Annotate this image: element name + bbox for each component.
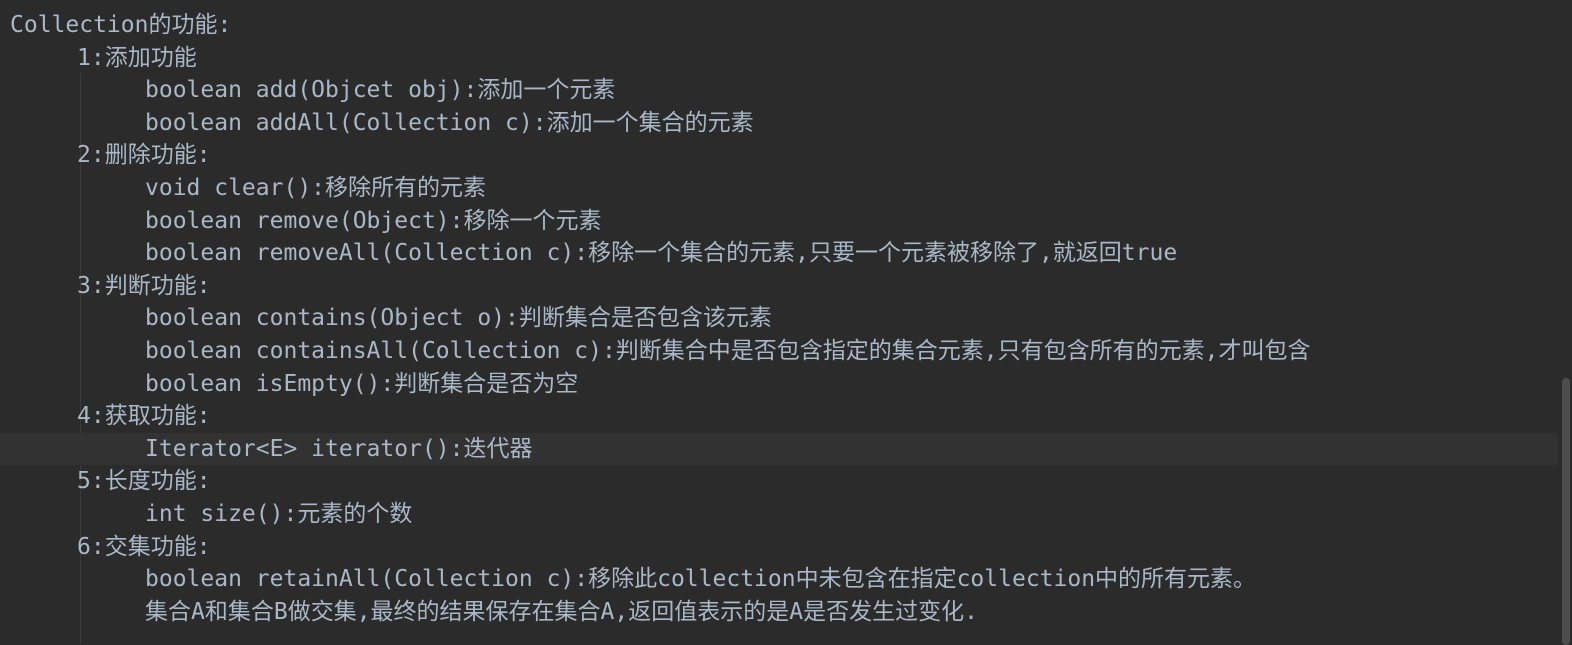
line-text: boolean removeAll(Collection c):移除一个集合的元… xyxy=(145,240,1178,267)
code-line[interactable]: 6:交集功能: xyxy=(0,531,1572,564)
code-editor[interactable]: Collection的功能: 1:添加功能 boolean add(Objcet… xyxy=(0,0,1572,645)
code-line[interactable]: int size():元素的个数 xyxy=(0,498,1572,531)
code-line[interactable]: boolean addAll(Collection c):添加一个集合的元素 xyxy=(0,107,1572,140)
code-line[interactable]: Collection的功能: xyxy=(0,9,1572,42)
line-text: void clear():移除所有的元素 xyxy=(145,175,487,201)
code-line[interactable]: boolean removeAll(Collection c):移除一个集合的元… xyxy=(0,237,1572,270)
line-text: boolean retainAll(Collection c):移除此colle… xyxy=(145,566,1257,593)
code-line[interactable]: 3:判断功能: xyxy=(0,270,1572,303)
code-line[interactable]: boolean isEmpty():判断集合是否为空 xyxy=(0,368,1572,401)
code-line[interactable]: 2:删除功能: xyxy=(0,139,1572,172)
code-line[interactable]: boolean add(Objcet obj):添加一个元素 xyxy=(0,74,1572,107)
code-line[interactable]: 5:长度功能: xyxy=(0,465,1572,498)
line-text: boolean addAll(Collection c):添加一个集合的元素 xyxy=(145,109,754,136)
line-text: 5:长度功能: xyxy=(77,468,211,495)
line-text: Collection的功能: xyxy=(10,12,232,38)
line-text: 3:判断功能: xyxy=(77,272,211,299)
line-text: 6:交集功能: xyxy=(77,533,211,560)
code-line[interactable]: 1:添加功能 xyxy=(0,42,1572,75)
code-line[interactable]: boolean retainAll(Collection c):移除此colle… xyxy=(0,563,1572,596)
line-text: boolean contains(Object o):判断集合是否包含该元素 xyxy=(145,305,772,332)
line-text: int size():元素的个数 xyxy=(145,501,413,527)
line-text: 1:添加功能 xyxy=(77,44,197,71)
code-line[interactable]: boolean containsAll(Collection c):判断集合中是… xyxy=(0,335,1572,368)
line-text: boolean remove(Object):移除一个元素 xyxy=(145,207,602,234)
code-line[interactable]: 4:获取功能: xyxy=(0,400,1572,433)
vertical-scrollbar[interactable] xyxy=(1558,0,1572,645)
line-text: boolean containsAll(Collection c):判断集合中是… xyxy=(145,338,1311,364)
line-text: boolean isEmpty():判断集合是否为空 xyxy=(145,370,579,397)
line-text: boolean add(Objcet obj):添加一个元素 xyxy=(145,77,616,104)
scrollbar-thumb[interactable] xyxy=(1562,378,1570,645)
code-line[interactable]: boolean contains(Object o):判断集合是否包含该元素 xyxy=(0,302,1572,335)
current-code-line[interactable]: Iterator<E> iterator():迭代器 xyxy=(0,432,1572,466)
code-line[interactable]: void clear():移除所有的元素 xyxy=(0,172,1572,205)
line-text: 2:删除功能: xyxy=(77,142,211,169)
line-text: Iterator<E> iterator():迭代器 xyxy=(145,435,533,462)
line-text: 4:获取功能: xyxy=(77,403,211,430)
code-line[interactable]: 集合A和集合B做交集,最终的结果保存在集合A,返回值表示的是A是否发生过变化. xyxy=(0,596,1572,629)
code-line[interactable]: boolean remove(Object):移除一个元素 xyxy=(0,205,1572,238)
line-text: 集合A和集合B做交集,最终的结果保存在集合A,返回值表示的是A是否发生过变化. xyxy=(145,598,978,625)
